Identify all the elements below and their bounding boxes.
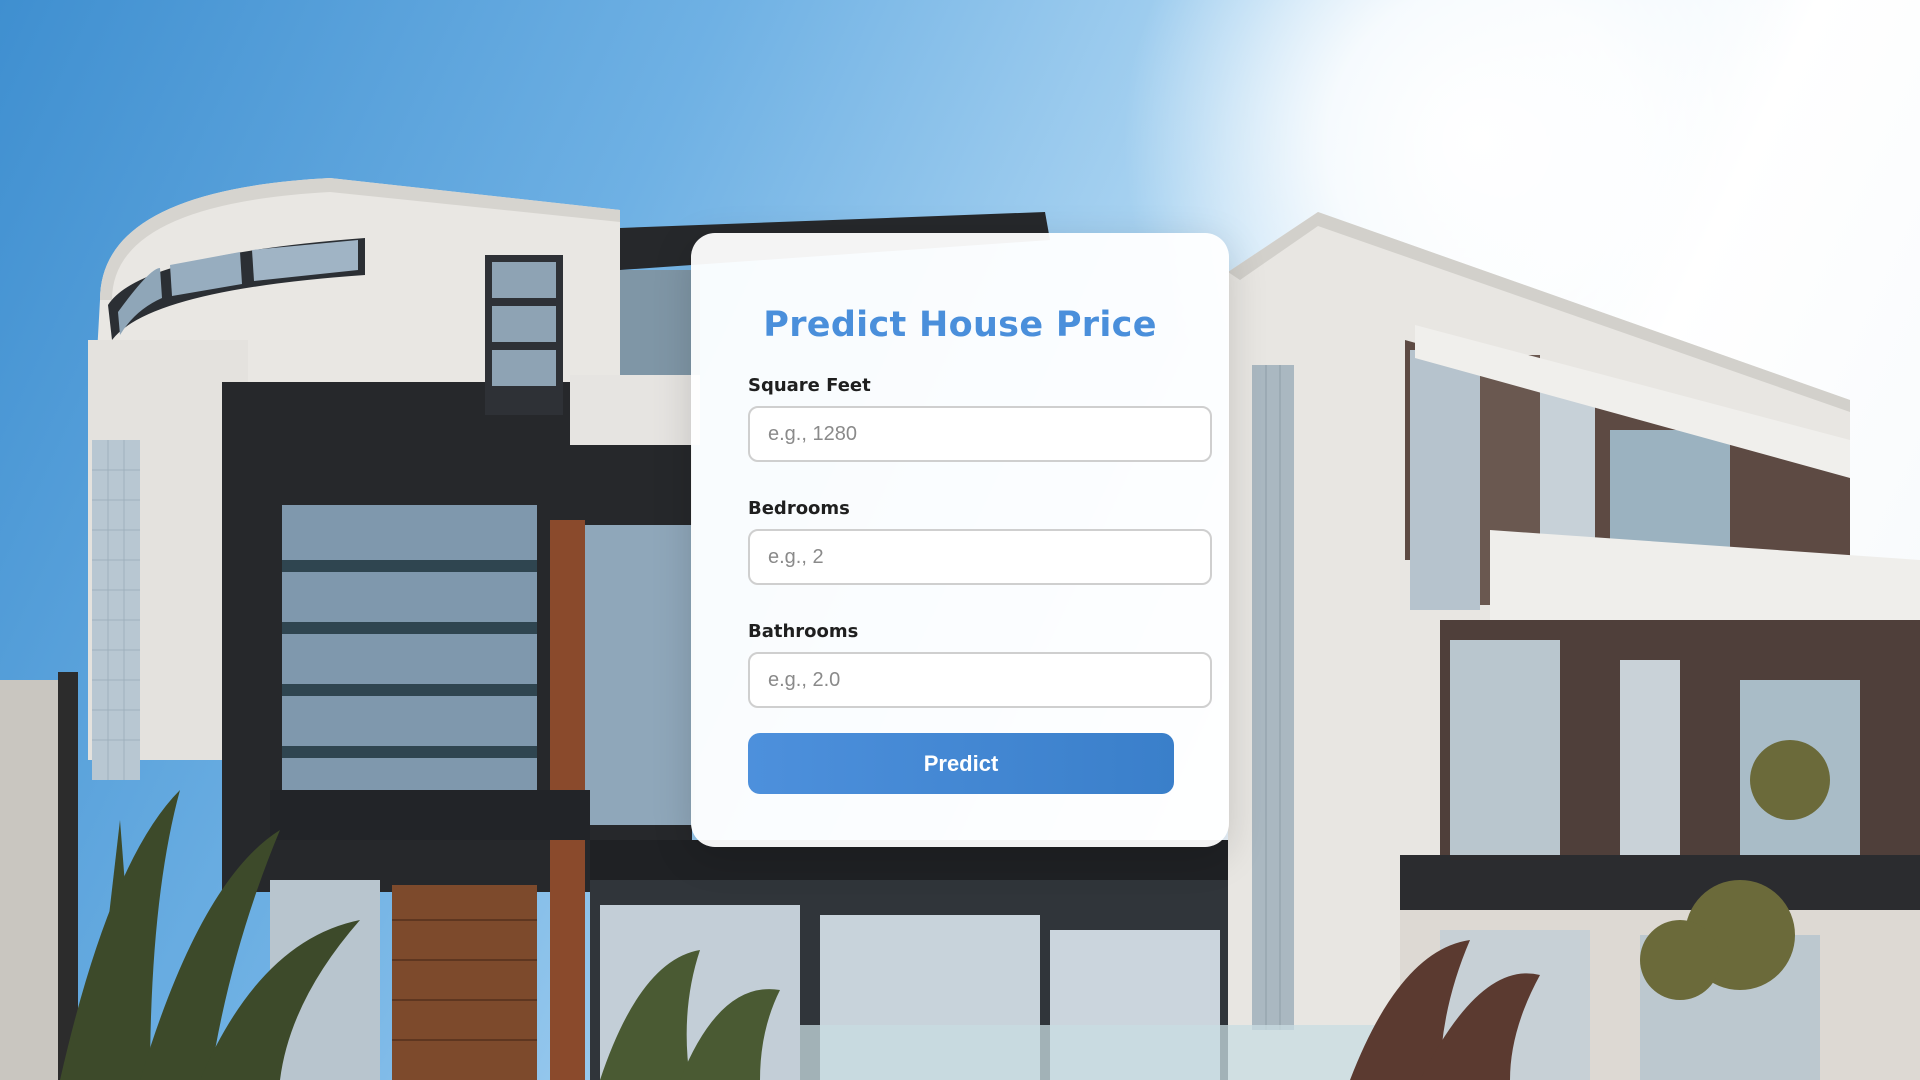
bathrooms-label: Bathrooms (748, 621, 859, 642)
square-feet-input[interactable] (748, 406, 1212, 462)
prediction-card: Predict House Price Square Feet Bedrooms… (691, 233, 1229, 847)
bathrooms-input[interactable] (748, 652, 1212, 708)
square-feet-label: Square Feet (748, 375, 871, 396)
bedrooms-label: Bedrooms (748, 498, 850, 519)
form-title: Predict House Price (763, 305, 1157, 345)
predict-button[interactable]: Predict (748, 733, 1174, 794)
bedrooms-input[interactable] (748, 529, 1212, 585)
